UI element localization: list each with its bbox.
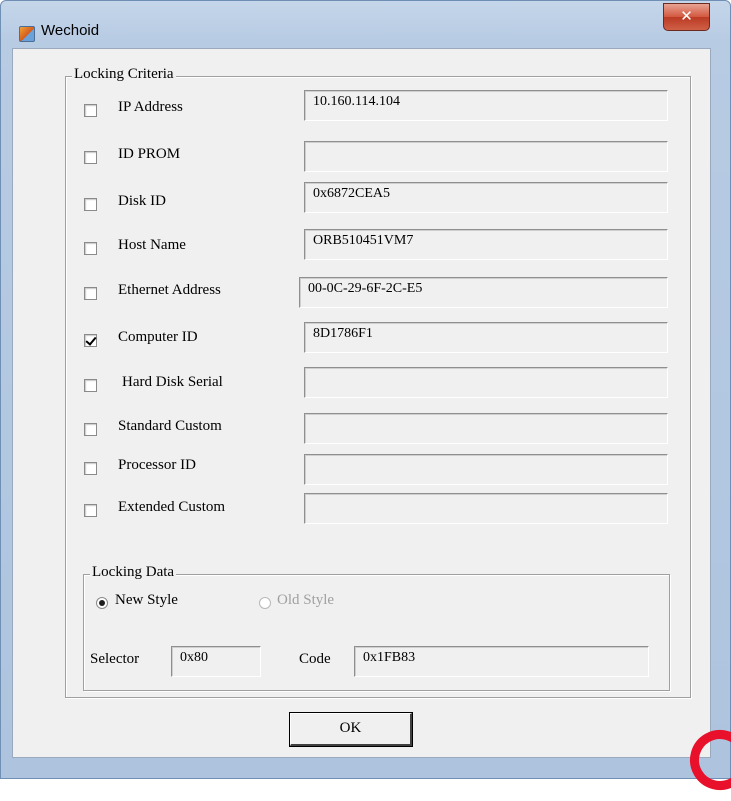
- new-style-radio[interactable]: [96, 597, 108, 609]
- host-name-field[interactable]: ORB510451VM7: [304, 229, 668, 260]
- id-prom-field[interactable]: [304, 141, 668, 172]
- app-icon: [19, 26, 35, 42]
- window-title: Wechoid: [41, 22, 100, 39]
- standard-custom-checkbox[interactable]: [84, 423, 97, 436]
- standard-custom-label: Standard Custom: [118, 418, 222, 434]
- selector-field[interactable]: 0x80: [171, 646, 261, 677]
- disk-id-checkbox[interactable]: [84, 198, 97, 211]
- ethernet-address-field[interactable]: 00-0C-29-6F-2C-E5: [299, 277, 668, 308]
- ip-address-label: IP Address: [118, 99, 183, 115]
- extended-custom-checkbox[interactable]: [84, 504, 97, 517]
- code-field[interactable]: 0x1FB83: [354, 646, 649, 677]
- dialog-window: Wechoid ✕ Locking Criteria IP Address 10…: [0, 0, 731, 779]
- dialog-client-area: Locking Criteria IP Address 10.160.114.1…: [12, 48, 711, 758]
- host-name-label: Host Name: [118, 237, 186, 253]
- ip-address-field[interactable]: 10.160.114.104: [304, 90, 668, 121]
- selector-label: Selector: [90, 651, 140, 667]
- ethernet-address-checkbox[interactable]: [84, 287, 97, 300]
- new-style-label: New Style: [115, 592, 178, 608]
- close-button[interactable]: ✕: [663, 3, 710, 31]
- processor-id-checkbox[interactable]: [84, 462, 97, 475]
- disk-id-label: Disk ID: [118, 193, 166, 209]
- disk-id-field[interactable]: 0x6872CEA5: [304, 182, 668, 213]
- locking-data-group: Locking Data New Style Old Style Selecto…: [83, 564, 670, 691]
- computer-id-field[interactable]: 8D1786F1: [304, 322, 668, 353]
- processor-id-field[interactable]: [304, 454, 668, 485]
- locking-criteria-label: Locking Criteria: [72, 66, 176, 83]
- old-style-radio[interactable]: [259, 597, 271, 609]
- hard-disk-serial-checkbox[interactable]: [84, 379, 97, 392]
- extended-custom-label: Extended Custom: [118, 499, 226, 515]
- processor-id-label: Processor ID: [118, 457, 196, 473]
- host-name-checkbox[interactable]: [84, 242, 97, 255]
- title-bar[interactable]: Wechoid ✕: [1, 1, 730, 42]
- hard-disk-serial-label: Hard Disk Serial: [122, 374, 223, 390]
- computer-id-label: Computer ID: [118, 329, 198, 345]
- locking-criteria-group: Locking Criteria IP Address 10.160.114.1…: [65, 66, 691, 698]
- id-prom-label: ID PROM: [118, 146, 181, 162]
- hard-disk-serial-field[interactable]: [304, 367, 668, 398]
- ip-address-checkbox[interactable]: [84, 104, 97, 117]
- ok-button[interactable]: OK: [289, 712, 413, 747]
- computer-id-checkbox[interactable]: [84, 334, 97, 347]
- code-label: Code: [299, 651, 331, 667]
- old-style-label: Old Style: [277, 592, 335, 608]
- extended-custom-field[interactable]: [304, 493, 668, 524]
- locking-data-label: Locking Data: [90, 564, 177, 581]
- ethernet-address-label: Ethernet Address: [118, 282, 221, 298]
- standard-custom-field[interactable]: [304, 413, 668, 444]
- id-prom-checkbox[interactable]: [84, 151, 97, 164]
